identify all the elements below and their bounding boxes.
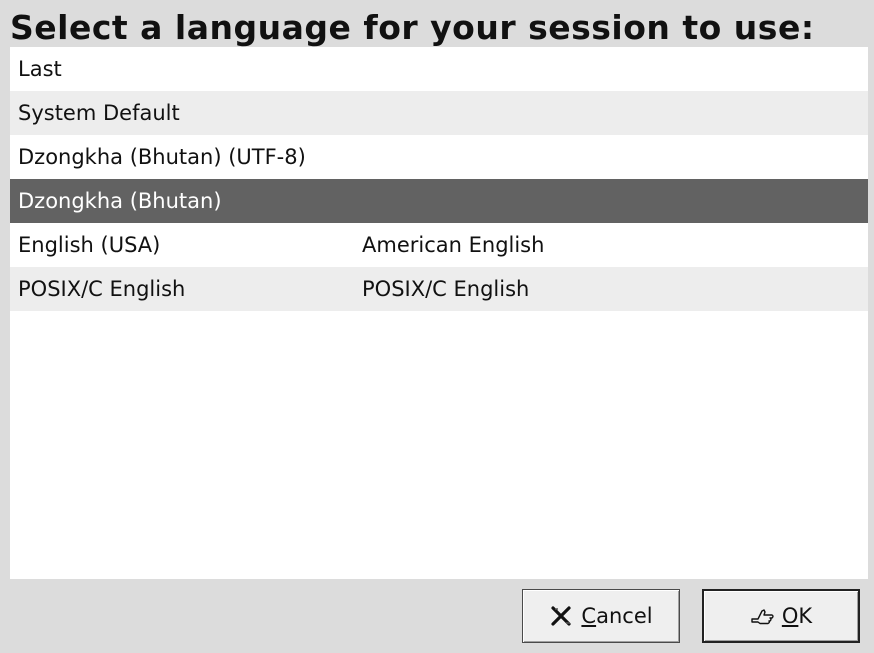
language-name: Last <box>18 57 62 81</box>
language-row-dzongkha-utf8[interactable]: Dzongkha (Bhutan) (UTF-8) <box>10 135 868 179</box>
language-row-system-default[interactable]: System Default <box>10 91 868 135</box>
language-name: Dzongkha (Bhutan) <box>18 189 222 213</box>
dialog-title: Select a language for your session to us… <box>10 8 815 47</box>
language-description: American English <box>362 233 545 257</box>
language-description: POSIX/C English <box>362 277 530 301</box>
language-row-dzongkha-selected[interactable]: Dzongkha (Bhutan) <box>10 179 868 223</box>
ok-hand-icon <box>750 605 776 627</box>
cancel-x-icon <box>549 605 575 627</box>
language-name: System Default <box>18 101 180 125</box>
language-name: Dzongkha (Bhutan) (UTF-8) <box>18 145 306 169</box>
ok-button[interactable]: OK <box>702 589 860 643</box>
cancel-label: Cancel <box>581 604 653 628</box>
ok-label: OK <box>781 604 813 628</box>
language-name: English (USA) <box>18 233 161 257</box>
language-list[interactable]: Last System Default Dzongkha (Bhutan) (U… <box>10 47 868 579</box>
language-row-last[interactable]: Last <box>10 47 868 91</box>
language-name: POSIX/C English <box>18 277 186 301</box>
language-row-english-usa[interactable]: English (USA) American English <box>10 223 868 267</box>
cancel-button[interactable]: Cancel <box>522 589 680 643</box>
button-bar: Cancel OK <box>10 579 868 647</box>
language-row-posix[interactable]: POSIX/C English POSIX/C English <box>10 267 868 311</box>
